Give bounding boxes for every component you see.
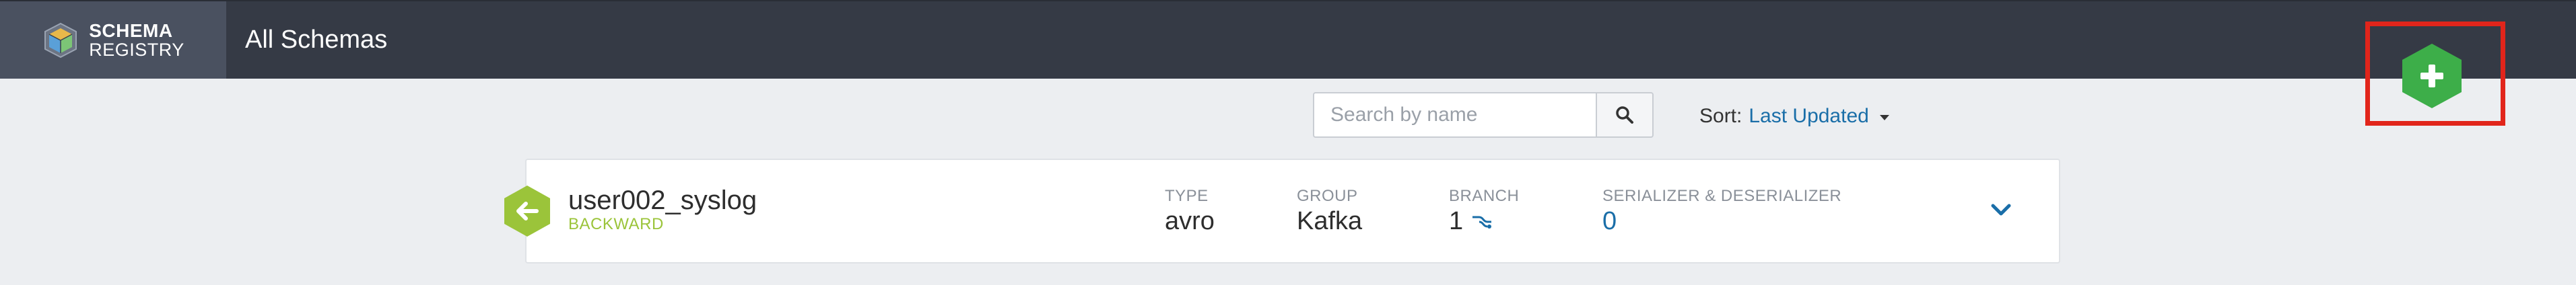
branch-label: BRANCH <box>1449 187 1520 205</box>
logo-text: SCHEMA REGISTRY <box>89 19 184 60</box>
sort-label: Sort: <box>1699 105 1742 127</box>
search-icon <box>1616 106 1633 124</box>
serdes-count-link[interactable]: 0 <box>1602 207 1841 236</box>
schema-name[interactable]: user002_syslog <box>568 186 757 216</box>
sort-control: Sort: Last Updated <box>1699 105 1889 128</box>
schema-card[interactable]: user002_syslog BACKWARD TYPE avro GROUP … <box>525 159 2060 263</box>
type-label: TYPE <box>1165 187 1209 205</box>
search-button[interactable] <box>1596 92 1654 138</box>
sort-dropdown[interactable]: Last Updated <box>1749 105 1868 128</box>
schema-registry-logo-icon <box>44 22 77 58</box>
type-field: TYPE avro <box>1165 187 1215 236</box>
branch-field: BRANCH 1 <box>1449 187 1519 236</box>
add-schema-button[interactable] <box>2400 42 2464 110</box>
serdes-field: SERIALIZER & DESERIALIZER 0 <box>1602 187 1841 236</box>
logo-line-1: SCHEMA <box>89 19 173 41</box>
branch-icon[interactable] <box>1471 214 1493 230</box>
group-value: Kafka <box>1297 207 1363 235</box>
compatibility-label: BACKWARD <box>568 215 664 233</box>
serdes-label: SERIALIZER & DESERIALIZER <box>1602 187 1842 205</box>
page-title: All Schemas <box>245 26 388 54</box>
branch-value-row: 1 <box>1449 207 1519 236</box>
search-input[interactable] <box>1313 92 1596 138</box>
chevron-down-icon[interactable] <box>1879 115 1889 120</box>
expand-chevron-icon[interactable] <box>1990 202 2012 218</box>
branch-count: 1 <box>1449 207 1464 235</box>
type-value: avro <box>1165 207 1215 235</box>
sort-value: Last Updated <box>1749 105 1869 127</box>
top-navbar: SCHEMA REGISTRY All Schemas <box>0 0 2576 79</box>
app-logo[interactable]: SCHEMA REGISTRY <box>0 1 226 79</box>
group-label: GROUP <box>1297 187 1358 205</box>
search-bar <box>1313 92 1654 138</box>
logo-line-2: REGISTRY <box>89 40 184 60</box>
group-field: GROUP Kafka <box>1297 187 1362 236</box>
compatibility-badge <box>504 186 550 237</box>
